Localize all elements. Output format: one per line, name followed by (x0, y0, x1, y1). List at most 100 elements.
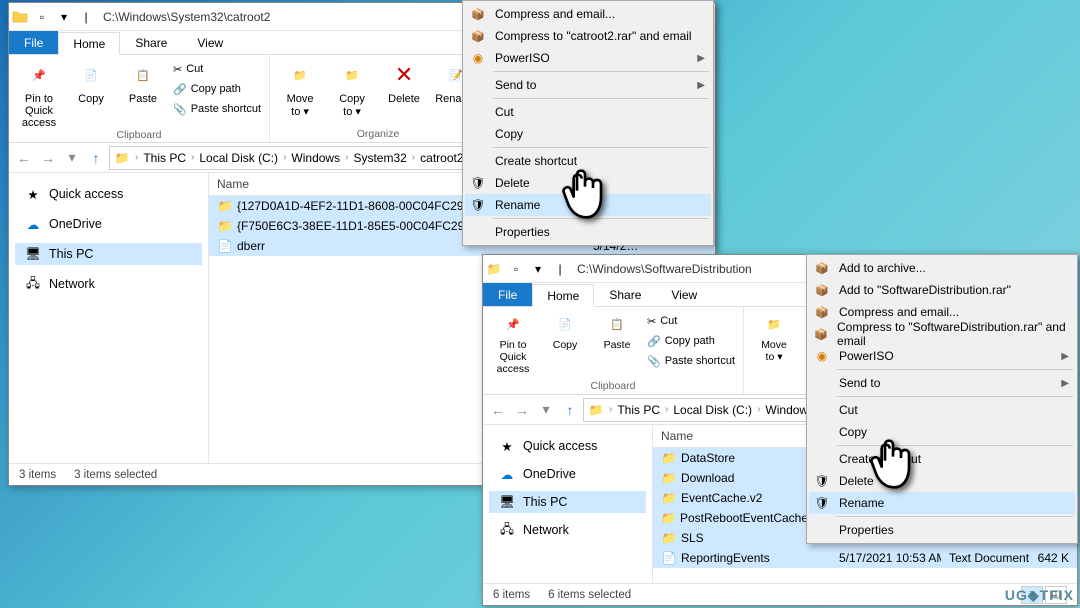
tab-file[interactable]: File (483, 283, 532, 306)
menu-item[interactable]: Create shortcut (809, 448, 1075, 470)
menu-item[interactable]: Properties (809, 519, 1075, 541)
menu-label: Create shortcut (839, 452, 921, 466)
tab-view[interactable]: View (656, 283, 712, 306)
menu-item[interactable]: Cut (465, 101, 711, 123)
menu-label: Copy (495, 127, 523, 141)
chevron-right-icon: ▶ (1061, 378, 1069, 389)
tab-share[interactable]: Share (594, 283, 656, 306)
navigation-pane: ★Quick access ☁OneDrive 🖥This PC 🖧Networ… (9, 173, 209, 463)
menu-separator (493, 218, 709, 219)
sidebar-item-onedrive[interactable]: ☁OneDrive (15, 213, 202, 235)
menu-item[interactable]: 🛡Rename (465, 194, 711, 216)
menu-item[interactable]: Properties (465, 221, 711, 243)
tab-file[interactable]: File (9, 31, 58, 54)
paste-button[interactable]: 📋Paste (119, 57, 167, 105)
pin-quickaccess-button[interactable]: 📌Pin to Quick access (489, 309, 537, 375)
menu-item[interactable]: 🛡Delete (465, 172, 711, 194)
pasteshortcut-button[interactable]: 📎 Paste shortcut (171, 99, 263, 119)
nav-back-button[interactable]: ← (487, 399, 509, 421)
menu-item[interactable]: 📦Compress and email... (465, 3, 711, 25)
item-name: {F750E6C3-38EE-11D1-85E5-00C04FC295… (237, 219, 483, 233)
menu-item[interactable]: 🛡Rename (809, 492, 1075, 514)
copyto-button[interactable]: 📁Copy to ▾ (328, 57, 376, 118)
tab-view[interactable]: View (182, 31, 238, 54)
list-item[interactable]: 📄ReportingEvents 5/17/2021 10:53 AM Text… (653, 548, 1077, 568)
menu-label: Add to archive... (839, 261, 926, 275)
sidebar-item-thispc[interactable]: 🖥This PC (15, 243, 202, 265)
menu-item[interactable]: Copy (465, 123, 711, 145)
menu-label: Copy (839, 425, 867, 439)
window-title: C:\Windows\System32\catroot2 (97, 10, 270, 24)
menu-item[interactable]: 📦Add to archive... (809, 257, 1075, 279)
nav-recent-button[interactable]: ▾ (61, 147, 83, 169)
sidebar-item-quickaccess[interactable]: ★Quick access (489, 435, 646, 457)
menu-item[interactable]: 📦Compress to "catroot2.rar" and email (465, 25, 711, 47)
nav-forward-button[interactable]: → (511, 399, 533, 421)
item-name: {127D0A1D-4EF2-11D1-8608-00C04FC295… (237, 199, 482, 213)
copypath-button[interactable]: 🔗 Copy path (645, 331, 737, 351)
cut-button[interactable]: ✂ Cut (645, 311, 737, 331)
paste-button[interactable]: 📋Paste (593, 309, 641, 351)
delete-button[interactable]: ✕Delete (380, 57, 428, 105)
crumb[interactable]: catroot2 (418, 151, 465, 165)
copypath-button[interactable]: 🔗 Copy path (171, 79, 263, 99)
menu-item[interactable]: Create shortcut (465, 150, 711, 172)
tab-home[interactable]: Home (58, 32, 120, 55)
menu-label: Cut (495, 105, 514, 119)
sidebar-item-onedrive[interactable]: ☁OneDrive (489, 463, 646, 485)
menu-item[interactable]: Send to▶ (809, 372, 1075, 394)
moveto-button[interactable]: 📁Move to ▾ (276, 57, 324, 118)
cut-button[interactable]: ✂ Cut (171, 59, 263, 79)
folder-icon: 📁 (661, 450, 677, 466)
menu-item[interactable]: ◉PowerISO▶ (809, 345, 1075, 367)
crumb[interactable]: Local Disk (C:) (671, 403, 754, 417)
sidebar-item-thispc[interactable]: 🖥This PC (489, 491, 646, 513)
menu-item[interactable]: ◉PowerISO▶ (465, 47, 711, 69)
crumb[interactable]: Local Disk (C:) (197, 151, 280, 165)
sidebar-item-network[interactable]: 🖧Network (489, 519, 646, 541)
status-count: 6 items (493, 589, 530, 601)
shield-icon: 🛡 (813, 494, 831, 512)
nav-up-button[interactable]: ↑ (85, 147, 107, 169)
copy-button[interactable]: 📄Copy (67, 57, 115, 105)
blank-icon (469, 125, 487, 143)
menu-item[interactable]: 🛡Delete (809, 470, 1075, 492)
nav-back-button[interactable]: ← (13, 147, 35, 169)
menu-item[interactable]: 📦Compress to "SoftwareDistribution.rar" … (809, 323, 1075, 345)
sidebar-item-quickaccess[interactable]: ★Quick access (15, 183, 202, 205)
menu-item[interactable]: Cut (809, 399, 1075, 421)
rar-icon: 📦 (813, 325, 829, 343)
folder-icon: 📁 (586, 403, 606, 417)
crumb[interactable]: This PC (615, 403, 662, 417)
qat-properties-icon[interactable]: ▫ (31, 10, 53, 24)
nav-recent-button[interactable]: ▾ (535, 399, 557, 421)
tab-share[interactable]: Share (120, 31, 182, 54)
menu-item[interactable]: 📦Add to "SoftwareDistribution.rar" (809, 279, 1075, 301)
group-clipboard-label: Clipboard (489, 380, 737, 394)
sidebar-item-network[interactable]: 🖧Network (15, 273, 202, 295)
crumb[interactable]: System32 (351, 151, 408, 165)
item-size: 642 K (1031, 551, 1077, 565)
menu-separator (837, 516, 1073, 517)
folder-icon: 📁 (217, 218, 233, 234)
nav-forward-button[interactable]: → (37, 147, 59, 169)
menu-item[interactable]: Copy (809, 421, 1075, 443)
qat-btn[interactable]: ▾ (527, 262, 549, 276)
crumb[interactable]: This PC (141, 151, 188, 165)
col-name[interactable]: Name (653, 425, 831, 447)
qat-btn[interactable]: ▫ (505, 262, 527, 276)
copy-button[interactable]: 📄Copy (541, 309, 589, 351)
crumb[interactable]: Windows (289, 151, 342, 165)
tab-home[interactable]: Home (532, 284, 594, 307)
nav-up-button[interactable]: ↑ (559, 399, 581, 421)
menu-item[interactable]: Send to▶ (465, 74, 711, 96)
pasteshortcut-button[interactable]: 📎 Paste shortcut (645, 351, 737, 371)
menu-separator (493, 71, 709, 72)
pin-quickaccess-button[interactable]: 📌Pin to Quick access (15, 57, 63, 129)
status-bar: 6 items 6 items selected ≡ ◫ (483, 583, 1077, 605)
menu-label: Create shortcut (495, 154, 577, 168)
star-icon: ★ (25, 186, 41, 202)
menu-label: Properties (495, 225, 550, 239)
moveto-button[interactable]: 📁Move to ▾ (750, 309, 798, 363)
qat-newfolder-icon[interactable]: ▾ (53, 10, 75, 24)
